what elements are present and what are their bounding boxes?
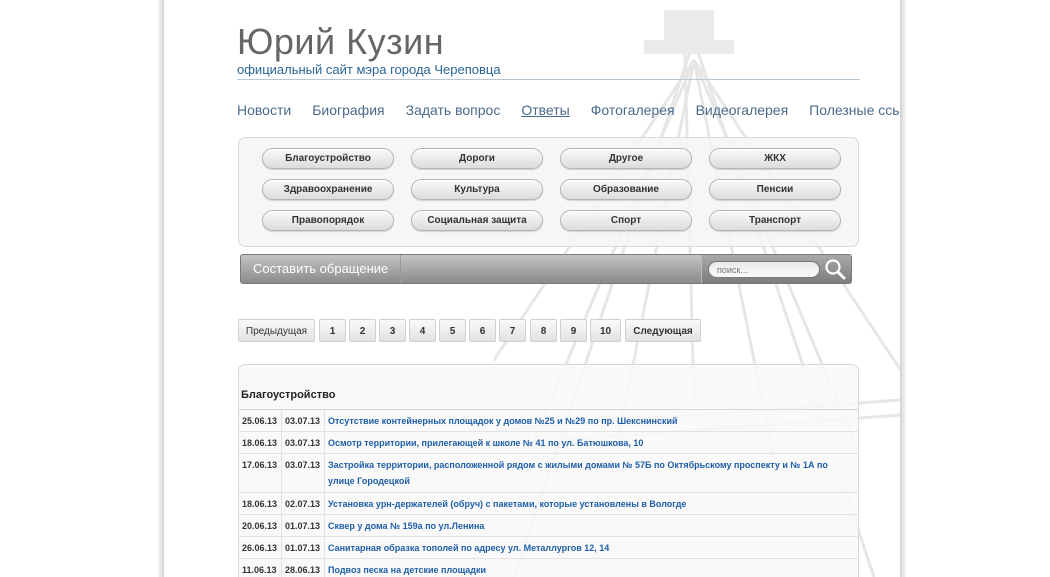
list-heading: Благоустройство bbox=[241, 389, 336, 401]
date-received: 25.06.13 bbox=[242, 416, 278, 426]
pagination-page[interactable]: 5 bbox=[439, 319, 466, 342]
category-button[interactable]: Здравоохранение bbox=[262, 179, 394, 200]
category-button[interactable]: Другое bbox=[560, 148, 692, 169]
category-button[interactable]: Спорт bbox=[560, 210, 692, 231]
date-answered: 01.07.13 bbox=[285, 521, 321, 531]
search-box bbox=[701, 255, 851, 283]
pagination-page[interactable]: 6 bbox=[469, 319, 496, 342]
date-received: 17.06.13 bbox=[242, 460, 278, 470]
table-row: 25.06.13 03.07.13 Отсутствие контейнерны… bbox=[239, 410, 858, 432]
pagination-page[interactable]: 2 bbox=[349, 319, 376, 342]
category-button[interactable]: Транспорт bbox=[709, 210, 841, 231]
page-container: Юрий Кузин официальный сайт мэра города … bbox=[164, 0, 900, 577]
question-link[interactable]: Санитарная образка тополей по адресу ул.… bbox=[328, 540, 848, 556]
question-link[interactable]: Сквер у дома № 159а по ул.Ленина bbox=[328, 518, 848, 534]
pagination-page[interactable]: 7 bbox=[499, 319, 526, 342]
pagination-prev[interactable]: Предыдущая bbox=[238, 319, 315, 342]
category-button[interactable]: Социальная защита bbox=[411, 210, 543, 231]
category-button[interactable]: Пенсии bbox=[709, 179, 841, 200]
table-row: 18.06.13 02.07.13 Установка урн-держател… bbox=[239, 493, 858, 515]
action-toolbar: Составить обращение bbox=[240, 254, 852, 284]
pagination-page[interactable]: 10 bbox=[590, 319, 621, 342]
category-button[interactable]: Правопорядок bbox=[262, 210, 394, 231]
category-button[interactable]: Благоустройство bbox=[262, 148, 394, 169]
main-nav: Новости Биография Задать вопрос Ответы Ф… bbox=[237, 102, 900, 118]
category-button[interactable]: Образование bbox=[560, 179, 692, 200]
page-shadow-left bbox=[157, 0, 164, 577]
table-row: 17.06.13 03.07.13 Застройка территории, … bbox=[239, 454, 858, 493]
date-answered: 03.07.13 bbox=[285, 416, 321, 426]
question-link[interactable]: Застройка территории, расположенной рядо… bbox=[328, 457, 848, 489]
table-row: 20.06.13 01.07.13 Сквер у дома № 159а по… bbox=[239, 515, 858, 537]
pagination-page[interactable]: 8 bbox=[530, 319, 557, 342]
search-icon[interactable] bbox=[823, 257, 847, 281]
category-panel: Благоустройство Дороги Другое ЖКХ Здраво… bbox=[238, 137, 859, 247]
date-answered: 02.07.13 bbox=[285, 499, 321, 509]
pagination-page[interactable]: 3 bbox=[379, 319, 406, 342]
table-row: 18.06.13 03.07.13 Осмотр территории, при… bbox=[239, 432, 858, 454]
question-link[interactable]: Установка урн-держателей (обруч) с пакет… bbox=[328, 496, 848, 512]
date-received: 18.06.13 bbox=[242, 499, 278, 509]
site-title[interactable]: Юрий Кузин bbox=[237, 22, 860, 62]
date-received: 11.06.13 bbox=[242, 565, 277, 575]
site-subtitle: официальный сайт мэра города Череповца bbox=[237, 62, 860, 80]
question-link[interactable]: Отсутствие контейнерных площадок у домов… bbox=[328, 413, 848, 429]
question-link[interactable]: Осмотр территории, прилегающей к школе №… bbox=[328, 435, 848, 451]
date-answered: 03.07.13 bbox=[285, 438, 321, 448]
compose-appeal-button[interactable]: Составить обращение bbox=[241, 255, 402, 283]
pagination-page[interactable]: 1 bbox=[319, 319, 346, 342]
category-button[interactable]: ЖКХ bbox=[709, 148, 841, 169]
date-received: 26.06.13 bbox=[242, 543, 278, 553]
nav-photo-gallery[interactable]: Фотогалерея bbox=[591, 102, 675, 118]
pagination-page[interactable]: 9 bbox=[560, 319, 587, 342]
nav-answers[interactable]: Ответы bbox=[521, 102, 569, 118]
question-link[interactable]: Подвоз песка на детские площадки bbox=[328, 562, 848, 577]
nav-video-gallery[interactable]: Видеогалерея bbox=[696, 102, 789, 118]
date-received: 20.06.13 bbox=[242, 521, 278, 531]
date-answered: 03.07.13 bbox=[285, 460, 321, 470]
site-header: Юрий Кузин официальный сайт мэра города … bbox=[237, 22, 860, 80]
page-shadow-right bbox=[900, 0, 907, 577]
pagination-next[interactable]: Следующая bbox=[625, 319, 701, 342]
nav-useful-links[interactable]: Полезные ссылки bbox=[809, 102, 900, 118]
category-button[interactable]: Дороги bbox=[411, 148, 543, 169]
table-row: 26.06.13 01.07.13 Санитарная образка топ… bbox=[239, 537, 858, 559]
date-answered: 01.07.13 bbox=[285, 543, 321, 553]
nav-ask-question[interactable]: Задать вопрос bbox=[406, 102, 501, 118]
table-row: 11.06.13 28.06.13 Подвоз песка на детски… bbox=[239, 559, 858, 577]
date-answered: 28.06.13 bbox=[285, 565, 321, 575]
category-button[interactable]: Культура bbox=[411, 179, 543, 200]
search-input[interactable] bbox=[708, 261, 820, 278]
pagination-page[interactable]: 4 bbox=[409, 319, 436, 342]
nav-news[interactable]: Новости bbox=[237, 102, 291, 118]
nav-biography[interactable]: Биография bbox=[312, 102, 384, 118]
date-received: 18.06.13 bbox=[242, 438, 278, 448]
answers-list: Благоустройство 25.06.13 03.07.13 Отсутс… bbox=[238, 364, 859, 577]
